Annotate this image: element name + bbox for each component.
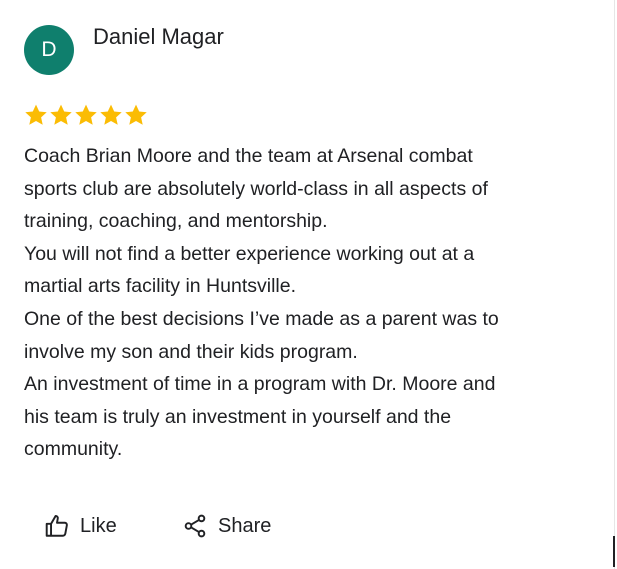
share-icon (184, 514, 206, 538)
star-icon (125, 104, 147, 125)
like-button[interactable]: Like (44, 508, 117, 544)
thumbs-up-icon (45, 515, 68, 537)
review-text-line: An investment of time in a program with … (24, 373, 496, 396)
review-text-line: One of the best decisions I’ve made as a… (24, 307, 499, 330)
avatar[interactable]: D (24, 25, 74, 75)
star-icon (75, 104, 97, 125)
review-text-line: You will not find a better experience wo… (24, 242, 475, 265)
divider (614, 0, 615, 569)
review-text-line: community. (24, 438, 123, 461)
avatar-letter: D (41, 38, 57, 61)
reviewer-name[interactable]: Daniel Magar (93, 22, 224, 52)
review-text-line: involve my son and their kids program. (24, 340, 358, 363)
share-label: Share (218, 514, 272, 537)
review-text-line: training, coaching, and mentorship. (24, 210, 328, 233)
share-button[interactable]: Share (182, 508, 271, 544)
star-icon (50, 104, 72, 125)
star-icon (100, 104, 122, 125)
review-text-line: sports club are absolutely world-class i… (24, 177, 488, 200)
like-label: Like (80, 514, 117, 537)
review-text: Coach Brian Moore and the team at Arsena… (24, 140, 599, 466)
review-text-line: Coach Brian Moore and the team at Arsena… (24, 145, 473, 167)
text-cursor (613, 536, 615, 567)
review-text-line: martial arts facility in Huntsville. (24, 275, 296, 298)
star-rating (24, 103, 148, 127)
review-text-line: his team is truly an investment in yours… (24, 405, 452, 428)
star-icon (25, 104, 47, 125)
review-card: D Daniel Magar Coach Brian Moore and the… (0, 0, 617, 569)
